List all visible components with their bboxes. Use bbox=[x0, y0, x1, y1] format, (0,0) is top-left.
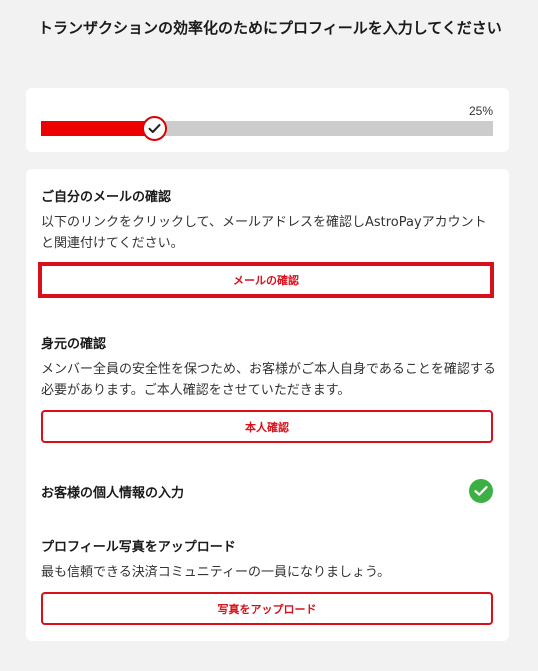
check-circle-icon bbox=[469, 479, 493, 503]
checkmark-icon bbox=[148, 124, 161, 133]
identity-step-title: 身元の確認 bbox=[41, 337, 107, 352]
progress-bar bbox=[41, 116, 493, 141]
checkmark-icon bbox=[474, 486, 488, 496]
photo-step-description: 最も信頼できる決済コミュニティーの一員になりましょう。 bbox=[41, 565, 391, 580]
email-step-title: ご自分のメールの確認 bbox=[41, 190, 172, 205]
personal-info-step-title: お客様の個人情報の入力 bbox=[41, 486, 185, 501]
steps-card: ご自分のメールの確認 以下のリンクをクリックして、メールアドレスを確認しAstr… bbox=[26, 169, 509, 641]
identity-step-description: メンバー全員の安全性を保つため、お客様がご本人自身であることを確認する必要があり… bbox=[41, 362, 496, 398]
progress-bar-fill bbox=[41, 121, 154, 136]
progress-card: 25% bbox=[26, 88, 509, 152]
photo-step-title: プロフィール写真をアップロード bbox=[41, 540, 236, 555]
progress-knob bbox=[142, 116, 167, 141]
verify-identity-button[interactable]: 本人確認 bbox=[41, 410, 493, 443]
verify-email-button[interactable]: メールの確認 bbox=[38, 262, 494, 298]
upload-photo-button[interactable]: 写真をアップロード bbox=[41, 592, 493, 625]
progress-percent-label: 25% bbox=[468, 104, 493, 118]
page-title: トランザクションの効率化のためにプロフィールを入力してください bbox=[38, 19, 502, 37]
email-step-description: 以下のリンクをクリックして、メールアドレスを確認しAstroPayアカウントと関… bbox=[41, 215, 487, 251]
